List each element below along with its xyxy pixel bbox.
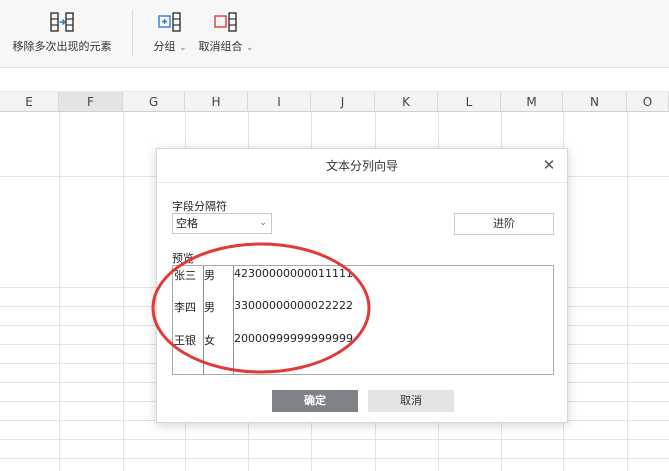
dialog-title: 文本分列向导 [157, 149, 567, 183]
delimiter-label: 字段分隔符 [172, 200, 227, 213]
remove-duplicates-icon [48, 8, 76, 36]
preview-cell: 张三 [174, 269, 196, 282]
group-button[interactable]: 分组 ⌄ [150, 8, 190, 54]
group-label: 分组 [153, 40, 176, 53]
chevron-down-icon: ⌄ [245, 43, 254, 53]
grid-line [0, 458, 669, 459]
column-header-n[interactable]: N [563, 92, 627, 112]
grid-line [123, 112, 124, 471]
ungroup-icon [212, 8, 240, 36]
column-header-f[interactable]: F [59, 92, 123, 112]
preview-label: 预览 [172, 252, 194, 265]
ribbon-separator [132, 10, 133, 56]
column-header-k[interactable]: K [375, 92, 438, 112]
column-header-g[interactable]: G [123, 92, 185, 112]
column-header-h[interactable]: H [185, 92, 248, 112]
column-header-i[interactable]: I [248, 92, 311, 112]
column-header-o[interactable]: O [627, 92, 669, 112]
group-icon [156, 8, 184, 36]
preview-cell: 42300000000011111 [234, 267, 353, 280]
preview-cell: 33000000000022222 [234, 299, 353, 312]
column-header-m[interactable]: M [501, 92, 563, 112]
chevron-down-icon: ⌄ [259, 218, 267, 228]
text-to-columns-dialog: 文本分列向导 ✕ 字段分隔符 空格 ⌄ 进阶 预览 张三 男 423000000… [156, 148, 568, 423]
ungroup-button[interactable]: 取消组合 ⌄ [196, 8, 256, 54]
ungroup-label: 取消组合 [198, 40, 243, 53]
delimiter-select[interactable]: 空格 ⌄ [172, 213, 272, 234]
column-header-e[interactable]: E [0, 92, 59, 112]
preview-cell: 王银 [174, 334, 196, 347]
remove-duplicates-button[interactable]: 移除多次出现的元素 [10, 8, 114, 54]
column-header-j[interactable]: J [311, 92, 375, 112]
preview-area[interactable]: 张三 男 42300000000011111 李四 男 330000000000… [172, 265, 554, 375]
chevron-down-icon: ⌄ [178, 43, 187, 53]
remove-duplicates-label: 移除多次出现的元素 [12, 40, 112, 53]
preview-cell: 李四 [174, 301, 196, 314]
preview-cell: 男 [204, 301, 215, 314]
ok-button[interactable]: 确定 [272, 390, 358, 412]
grid-line [0, 439, 669, 440]
preview-cell: 女 [204, 334, 215, 347]
preview-cell: 男 [204, 269, 215, 282]
toolbar-ribbon: 移除多次出现的元素 分组 ⌄ 取消组合 ⌄ [0, 0, 669, 68]
delimiter-value: 空格 [176, 217, 198, 230]
close-icon[interactable]: ✕ [541, 157, 557, 173]
preview-cell: 20000999999999999 [234, 332, 353, 345]
column-header-l[interactable]: L [438, 92, 501, 112]
grid-line [59, 112, 60, 471]
advanced-button[interactable]: 进阶 [454, 213, 554, 235]
cancel-button[interactable]: 取消 [368, 390, 454, 412]
formula-bar[interactable] [0, 68, 669, 92]
grid-line [627, 112, 628, 471]
